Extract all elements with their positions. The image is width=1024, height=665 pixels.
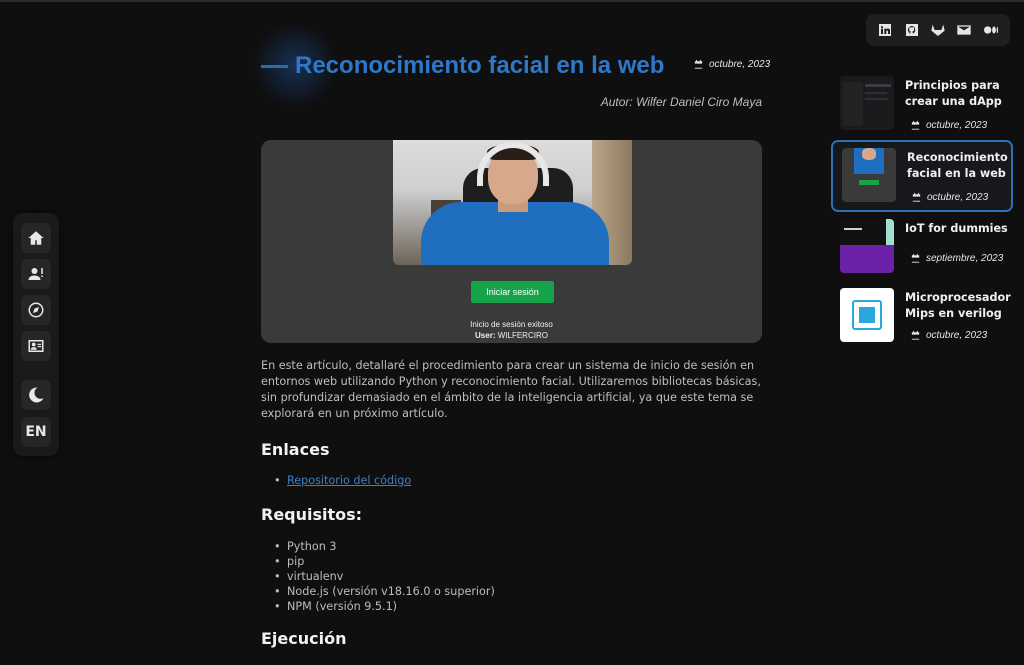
explore-icon — [28, 302, 44, 318]
calendar-icon — [911, 330, 920, 340]
user-label: User: — [475, 331, 496, 340]
related-post-date: octubre, 2023 — [911, 192, 988, 203]
explore-button[interactable] — [21, 295, 51, 325]
calendar-icon — [912, 192, 921, 202]
article-date: octubre, 2023 — [693, 59, 770, 70]
left-sidebar: EN — [13, 213, 59, 456]
related-post-card[interactable]: IoT for dummies septiembre, 2023 — [831, 213, 1013, 285]
linkedin-icon — [879, 24, 892, 36]
post-thumbnail — [840, 76, 894, 130]
related-post-card[interactable]: Principios para crear una dApp octubre, … — [831, 70, 1013, 142]
email-icon — [957, 25, 972, 35]
article-author: Autor: Wilfer Daniel Ciro Maya — [600, 95, 762, 109]
email-link[interactable] — [956, 22, 972, 38]
login-status: Inicio de sesión exitoso — [470, 320, 553, 329]
calendar-icon — [911, 120, 920, 130]
medium-link[interactable] — [983, 22, 999, 38]
title-dash — [261, 65, 288, 68]
related-post-title: Microprocesador Mips en verilog — [905, 291, 1011, 320]
home-icon — [28, 231, 44, 245]
post-thumbnail — [840, 219, 894, 273]
links-list: Repositorio del código — [274, 473, 411, 488]
requirements-heading: Requisitos: — [261, 505, 363, 524]
post-thumbnail — [842, 148, 896, 202]
related-post-date: septiembre, 2023 — [910, 253, 1003, 264]
requirements-list: Python 3 pip virtualenv Node.js (versión… — [274, 539, 495, 614]
related-post-title: Principios para crear una dApp — [905, 79, 1002, 108]
related-post-title: IoT for dummies — [905, 222, 1008, 235]
list-item: NPM (versión 9.5.1) — [274, 599, 495, 614]
execution-heading: Ejecución — [261, 629, 347, 648]
moon-icon — [29, 387, 44, 403]
language-toggle[interactable]: EN — [21, 417, 51, 447]
contact-card-icon — [28, 340, 44, 352]
contact-button[interactable] — [21, 331, 51, 361]
related-post-card-active[interactable]: Reconocimiento facial en la web octubre,… — [831, 140, 1013, 212]
hero-image: Iniciar sesión Inicio de sesión exitoso … — [261, 140, 762, 343]
github-link[interactable] — [904, 22, 920, 38]
gitlab-link[interactable] — [930, 22, 946, 38]
about-icon — [28, 268, 43, 280]
social-links-bar — [866, 14, 1010, 46]
user-value: WILFERCIRO — [497, 331, 548, 340]
home-button[interactable] — [21, 223, 51, 253]
related-post-date-text: octubre, 2023 — [926, 120, 988, 131]
links-heading: Enlaces — [261, 440, 330, 459]
list-item: Node.js (versión v18.16.0 o superior) — [274, 584, 495, 599]
related-post-date-text: octubre, 2023 — [926, 330, 988, 341]
login-user: User: WILFERCIRO — [261, 331, 762, 340]
list-item: pip — [274, 554, 495, 569]
webcam-photo — [393, 140, 632, 265]
related-post-date: octubre, 2023 — [910, 120, 987, 131]
gitlab-icon — [931, 24, 945, 36]
top-border — [0, 0, 1024, 2]
calendar-icon — [694, 59, 703, 69]
related-post-date-text: octubre, 2023 — [927, 192, 989, 203]
calendar-icon — [911, 253, 920, 263]
article-intro: En este artículo, detallaré el procedimi… — [261, 359, 761, 420]
medium-icon — [983, 26, 998, 34]
related-post-title: Reconocimiento facial en la web — [907, 151, 1008, 180]
login-button: Iniciar sesión — [471, 281, 554, 303]
page-title: Reconocimiento facial en la web — [295, 52, 665, 79]
list-item: virtualenv — [274, 569, 495, 584]
github-icon — [905, 24, 918, 36]
related-post-date-text: septiembre, 2023 — [926, 253, 1004, 264]
about-button[interactable] — [21, 259, 51, 289]
post-thumbnail — [840, 288, 894, 342]
article-date-text: octubre, 2023 — [709, 59, 771, 70]
related-post-card[interactable]: Microprocesador Mips en verilog octubre,… — [831, 282, 1013, 354]
linkedin-link[interactable] — [877, 22, 893, 38]
dark-mode-toggle[interactable] — [21, 380, 51, 410]
repo-link[interactable]: Repositorio del código — [287, 474, 411, 487]
related-post-date: octubre, 2023 — [910, 330, 987, 341]
list-item: Python 3 — [274, 539, 495, 554]
list-item: Repositorio del código — [274, 473, 411, 488]
